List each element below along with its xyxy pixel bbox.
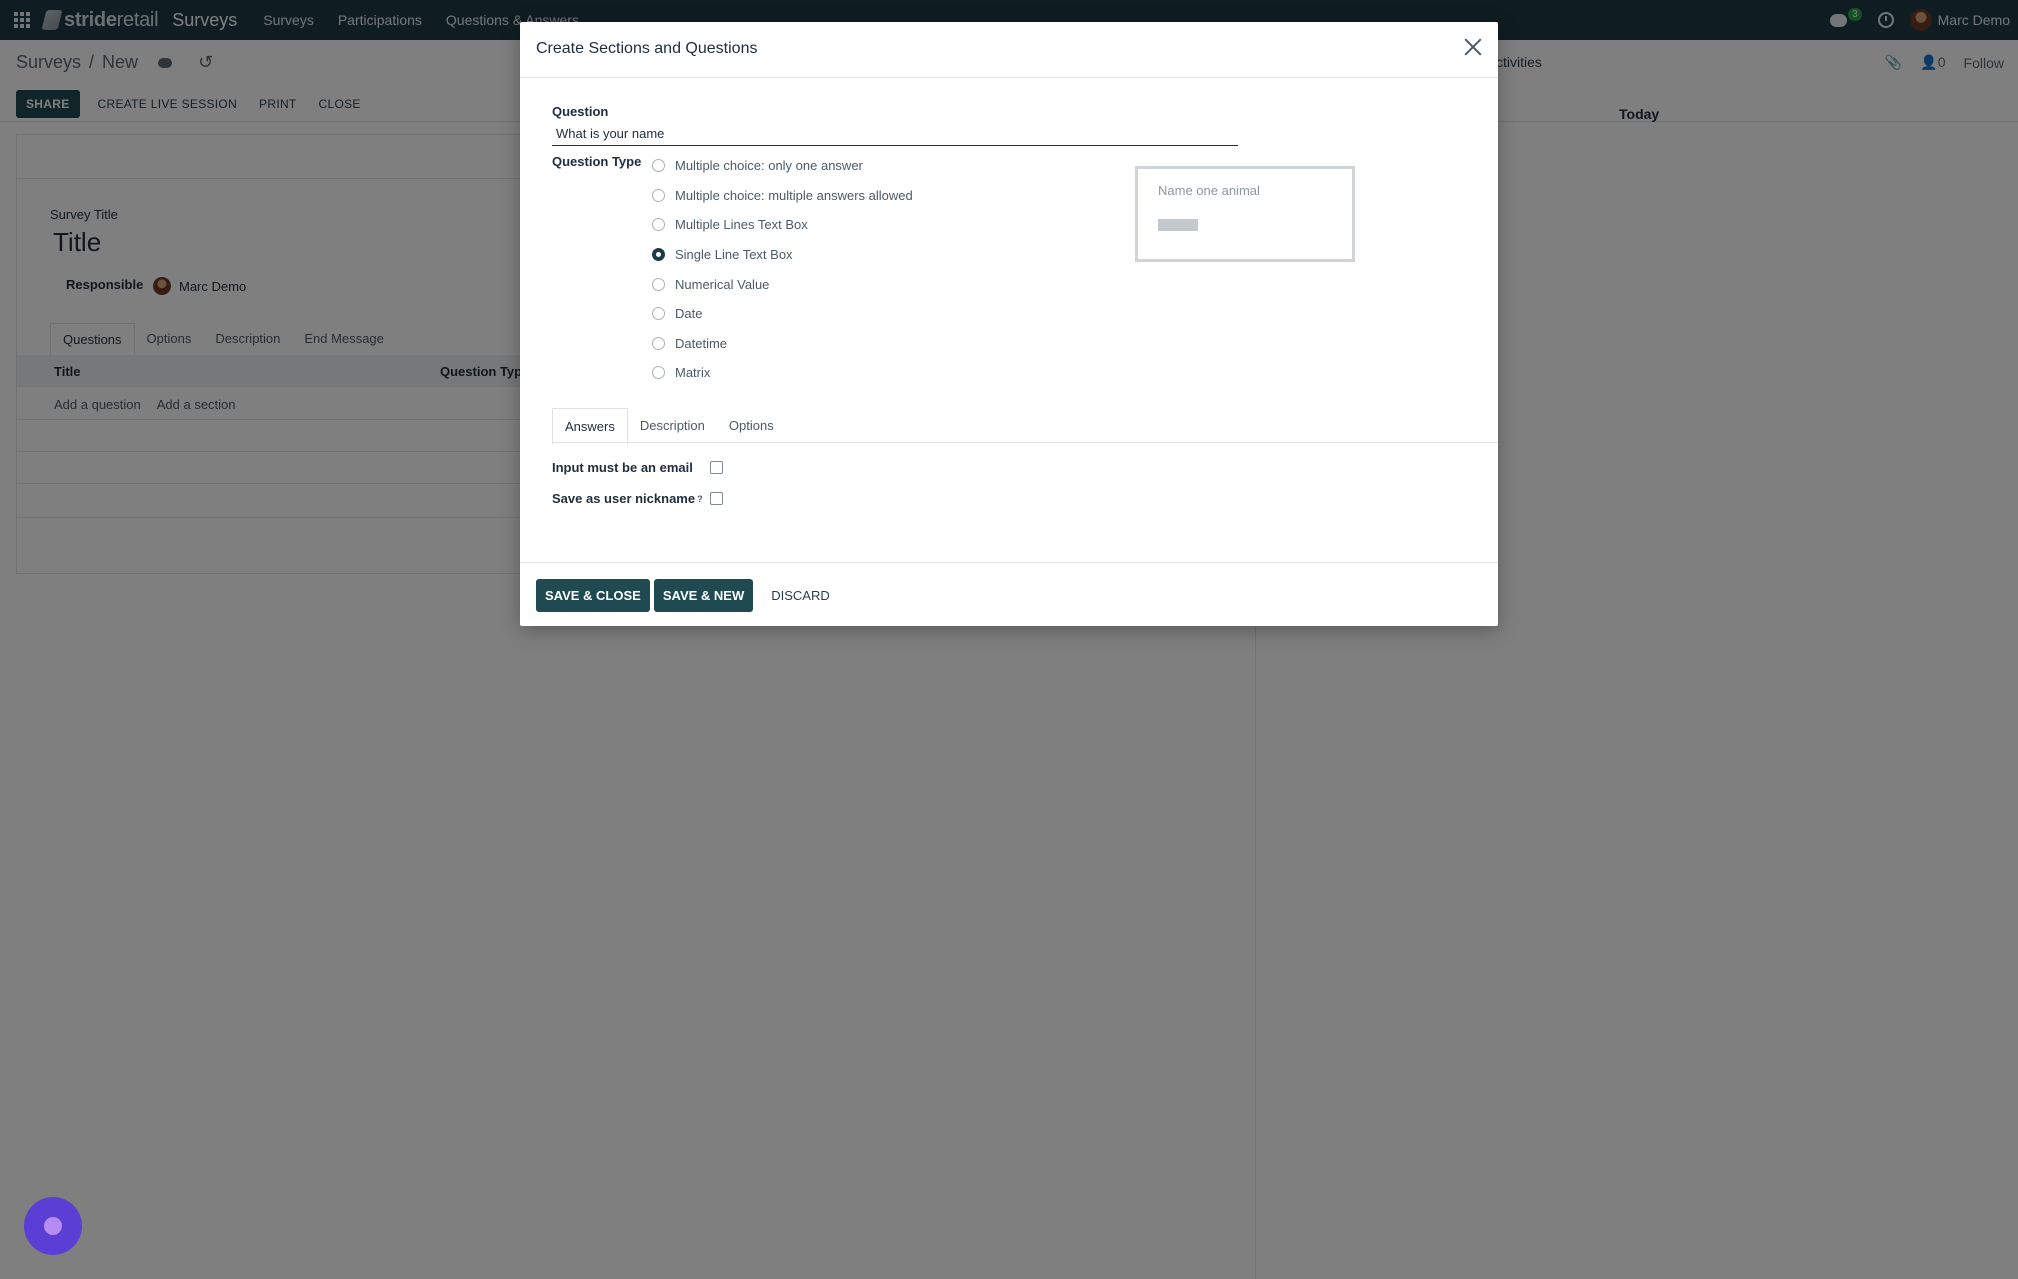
radio-multiple-lines-text[interactable]: Multiple Lines Text Box — [652, 210, 913, 240]
dialog-tabs: Answers Description Options — [552, 408, 786, 445]
email-checkbox[interactable] — [710, 461, 723, 474]
footer-buttons: SAVE & CLOSE SAVE & NEW DISCARD — [536, 579, 840, 612]
question-type-preview: Name one animal — [1135, 166, 1355, 262]
tab-description[interactable]: Description — [628, 408, 717, 445]
radio-multiple-choice-one[interactable]: Multiple choice: only one answer — [652, 151, 913, 181]
question-input[interactable] — [552, 122, 1238, 146]
nickname-option-text: Save as user nickname — [552, 491, 696, 506]
question-type-radio-group: Multiple choice: only one answer Multipl… — [652, 151, 913, 388]
radio-label: Multiple choice: only one answer — [675, 158, 863, 174]
radio-icon — [652, 188, 665, 202]
discard-button[interactable]: DISCARD — [761, 579, 840, 612]
tab-options[interactable]: Options — [717, 408, 786, 445]
dialog-header: Create Sections and Questions — [520, 22, 1498, 78]
radio-label: Multiple Lines Text Box — [675, 217, 808, 233]
radio-multiple-choice-multiple[interactable]: Multiple choice: multiple answers allowe… — [652, 181, 913, 211]
assistant-bubble-button[interactable] — [24, 1197, 82, 1255]
radio-icon — [652, 218, 665, 232]
tab-answers[interactable]: Answers — [552, 408, 628, 445]
tabs-divider — [552, 442, 1498, 443]
radio-date[interactable]: Date — [652, 299, 913, 329]
radio-checked-icon — [652, 248, 665, 262]
radio-label: Datetime — [675, 335, 728, 351]
dialog-title: Create Sections and Questions — [536, 40, 758, 57]
radio-matrix[interactable]: Matrix — [652, 358, 913, 388]
dialog-footer: SAVE & CLOSE SAVE & NEW DISCARD — [520, 562, 1498, 626]
create-question-dialog: Create Sections and Questions Question Q… — [520, 22, 1498, 626]
radio-datetime[interactable]: Datetime — [652, 329, 913, 359]
radio-icon — [652, 336, 665, 350]
radio-label: Date — [675, 306, 703, 322]
nickname-checkbox[interactable] — [710, 492, 723, 505]
help-tooltip-icon[interactable]: ? — [697, 494, 703, 504]
radio-icon — [652, 277, 665, 291]
email-option-text: Input must be an email — [552, 460, 693, 475]
radio-numerical-value[interactable]: Numerical Value — [652, 269, 913, 299]
save-close-button[interactable]: SAVE & CLOSE — [536, 579, 650, 612]
nickname-option-label: Save as user nickname? — [552, 491, 703, 506]
email-option-label: Input must be an email — [552, 460, 693, 475]
preview-input-bar — [1158, 219, 1198, 231]
radio-icon — [652, 307, 665, 321]
save-new-button[interactable]: SAVE & NEW — [653, 579, 754, 612]
radio-label: Numerical Value — [675, 276, 770, 292]
radio-icon — [652, 159, 665, 173]
radio-label: Matrix — [675, 365, 711, 381]
question-type-label: Question Type — [552, 154, 642, 169]
preview-placeholder: Name one animal — [1158, 183, 1260, 198]
close-icon[interactable] — [1462, 36, 1484, 58]
radio-single-line-text[interactable]: Single Line Text Box — [652, 240, 913, 270]
radio-label: Multiple choice: multiple answers allowe… — [675, 187, 913, 203]
question-label: Question — [552, 104, 609, 119]
radio-icon — [652, 366, 665, 380]
assistant-icon — [44, 1217, 62, 1235]
radio-label: Single Line Text Box — [675, 247, 793, 263]
